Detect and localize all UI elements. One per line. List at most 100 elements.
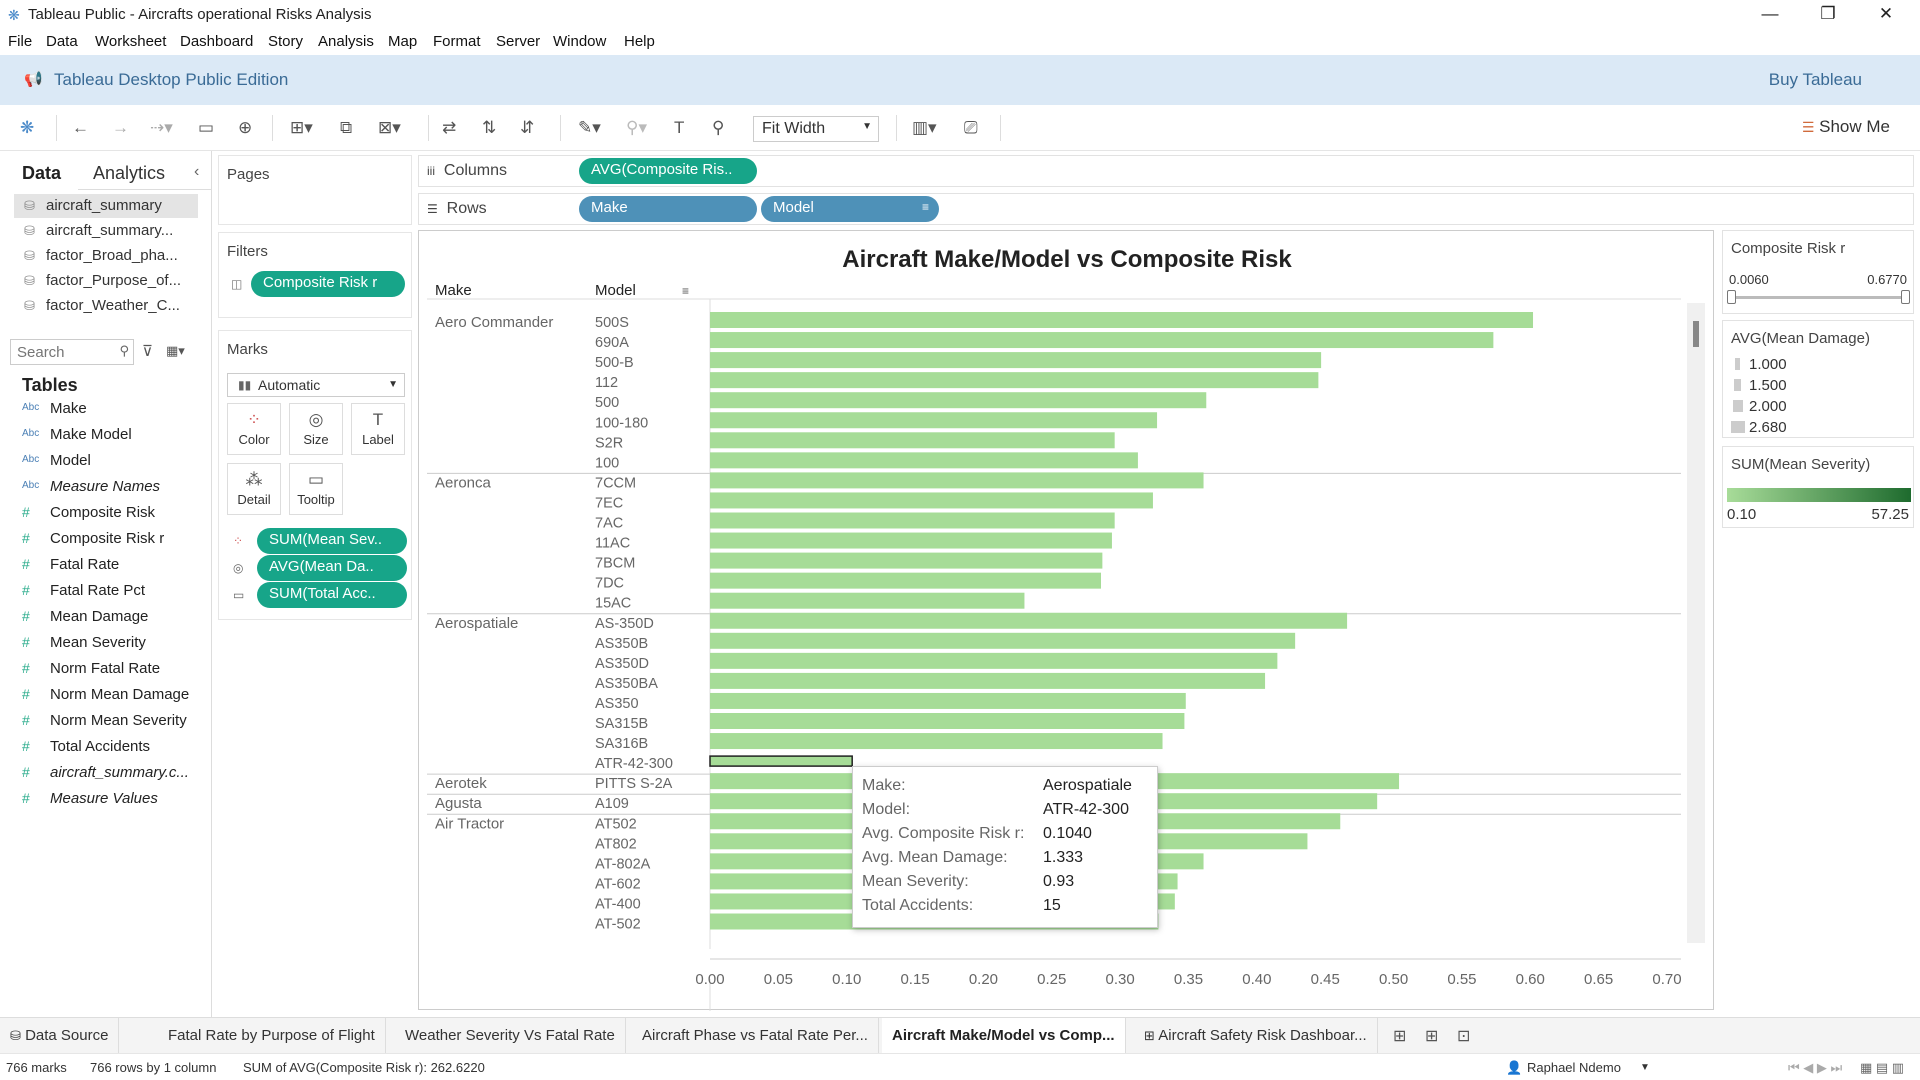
field-item[interactable]: # Norm Mean Severity [20,712,210,736]
menu-dashboard[interactable]: Dashboard [180,33,253,50]
bar[interactable] [710,372,1319,389]
tab-dashboard[interactable]: ⊞ Aircraft Safety Risk Dashboar... [1134,1018,1378,1054]
mark-pill-total-accidents[interactable]: SUM(Total Acc.. [257,582,407,608]
sheet-nav-icons[interactable]: ⏮ ◀ ▶ ⏭ [1788,1060,1842,1076]
tab-data-source[interactable]: ⛁ Data Source [0,1018,120,1054]
rows-pill-model[interactable]: Model ≡ [761,196,939,222]
color-button[interactable]: ⁘ Color [227,403,281,455]
bar[interactable] [710,412,1158,429]
bar[interactable] [710,652,1278,669]
tab-data[interactable]: Data [22,163,61,184]
tab-sheet[interactable]: Fatal Rate by Purpose of Flight [158,1018,386,1054]
bar[interactable] [710,472,1204,489]
data-source-item[interactable]: ⛁ aircraft_summary [14,194,198,218]
bar[interactable] [710,452,1138,469]
new-worksheet-icon[interactable]: ⊞ [1393,1026,1406,1046]
new-story-icon[interactable]: ⊡ [1457,1026,1470,1046]
mark-pill-mean-severity[interactable]: SUM(Mean Sev.. [257,528,407,554]
sort-ascending-icon[interactable]: ⇅ [482,118,496,138]
buy-tableau-link[interactable]: Buy Tableau [1769,70,1862,90]
replay-icon[interactable]: ⇢▾ [150,118,173,138]
menu-file[interactable]: File [8,33,32,50]
view-options-icon[interactable]: ▦▾ [166,343,185,359]
field-item[interactable]: # Mean Severity [20,634,210,658]
bar[interactable] [710,552,1103,569]
tab-sheet-active[interactable]: Aircraft Make/Model vs Comp... [882,1018,1126,1054]
field-item[interactable]: # Fatal Rate Pct [20,582,210,606]
menu-worksheet[interactable]: Worksheet [95,33,166,50]
user-name[interactable]: Raphael Ndemo [1527,1060,1621,1075]
field-item[interactable]: # Measure Values [20,790,210,814]
field-item[interactable]: Abc Model [20,452,210,476]
clear-sheet-icon[interactable]: ⊠▾ [378,118,401,138]
field-item[interactable]: Abc Make Model [20,426,210,450]
close-button[interactable]: ✕ [1864,3,1908,27]
menu-server[interactable]: Server [496,33,540,50]
new-dashboard-icon[interactable]: ⊞ [1425,1026,1438,1046]
menu-window[interactable]: Window [553,33,606,50]
bar[interactable] [710,432,1115,449]
highlight-icon[interactable]: ✎▾ [578,118,601,138]
vertical-scrollbar[interactable] [1687,303,1705,943]
fix-axes-icon[interactable]: ⚲ [712,118,724,138]
fit-width-dropdown[interactable]: Fit Width ▼ [753,116,879,142]
rows-pill-make[interactable]: Make [579,196,757,222]
scrollbar-thumb[interactable] [1693,321,1699,347]
range-slider-track[interactable] [1733,296,1905,299]
bar[interactable] [710,532,1112,549]
tab-analytics[interactable]: Analytics [93,163,165,184]
menu-data[interactable]: Data [46,33,78,50]
field-search-box[interactable]: ⚲ [10,339,134,365]
bar[interactable] [710,612,1348,629]
tab-sheet[interactable]: Aircraft Phase vs Fatal Rate Per... [632,1018,879,1054]
menu-help[interactable]: Help [624,33,655,50]
field-item[interactable]: # Mean Damage [20,608,210,632]
mark-pill-mean-damage[interactable]: AVG(Mean Da.. [257,555,407,581]
bar[interactable] [710,572,1102,589]
grid-view-icon[interactable]: ▦ ▤ ▥ [1860,1060,1904,1076]
columns-pill-composite-risk[interactable]: AVG(Composite Ris.. [579,158,757,184]
menu-story[interactable]: Story [268,33,303,50]
range-slider-min-handle[interactable] [1727,290,1736,304]
menu-analysis[interactable]: Analysis [318,33,374,50]
bar[interactable] [710,492,1153,509]
data-source-item[interactable]: ⛁ factor_Purpose_of... [14,269,198,293]
bar[interactable] [710,632,1296,649]
field-item[interactable]: # Composite Risk [20,504,210,528]
bar[interactable] [710,312,1534,328]
collapse-pane-icon[interactable]: ‹ [194,163,199,181]
show-cards-icon[interactable]: ▥▾ [912,118,937,138]
mark-type-dropdown[interactable]: ▮▮ Automatic ▼ [227,373,405,397]
minimize-button[interactable]: — [1748,3,1792,27]
data-source-item[interactable]: ⛁ factor_Weather_C... [14,294,198,318]
save-icon[interactable]: ▭ [198,118,214,138]
data-source-item[interactable]: ⛁ aircraft_summary... [14,219,198,243]
swap-rows-columns-icon[interactable]: ⇄ [442,118,456,138]
duplicate-sheet-icon[interactable]: ⧉ [340,118,352,138]
filter-pill-composite-risk[interactable]: Composite Risk r [251,271,405,297]
field-item[interactable]: Abc Measure Names [20,478,210,502]
undo-icon[interactable]: ← [72,118,89,138]
filter-icon[interactable]: ⊽ [142,342,153,360]
range-slider-max-handle[interactable] [1901,290,1910,304]
bar[interactable] [710,392,1207,409]
detail-button[interactable]: ⁂ Detail [227,463,281,515]
bar[interactable] [710,692,1186,709]
show-mark-labels-icon[interactable]: T [674,118,684,138]
bar[interactable] [710,332,1494,349]
bar[interactable] [710,672,1266,689]
presentation-mode-icon[interactable]: ⎚ [964,118,978,138]
bar[interactable] [710,733,1163,750]
new-data-source-icon[interactable]: ⊕ [238,118,252,138]
field-item[interactable]: # Norm Fatal Rate [20,660,210,684]
tooltip-button[interactable]: ▭ Tooltip [289,463,343,515]
group-members-icon[interactable]: ⚲▾ [626,118,647,138]
field-item[interactable]: # aircraft_summary.c... [20,764,210,788]
field-item[interactable]: # Composite Risk r [20,530,210,554]
menu-format[interactable]: Format [433,33,481,50]
show-me-button[interactable]: ☰ Show Me [1802,117,1890,137]
tableau-home-icon[interactable]: ❋ [20,118,34,138]
sort-descending-icon[interactable]: ⇵ [520,118,534,138]
chevron-down-icon[interactable]: ▼ [1640,1062,1650,1073]
label-button[interactable]: T Label [351,403,405,455]
